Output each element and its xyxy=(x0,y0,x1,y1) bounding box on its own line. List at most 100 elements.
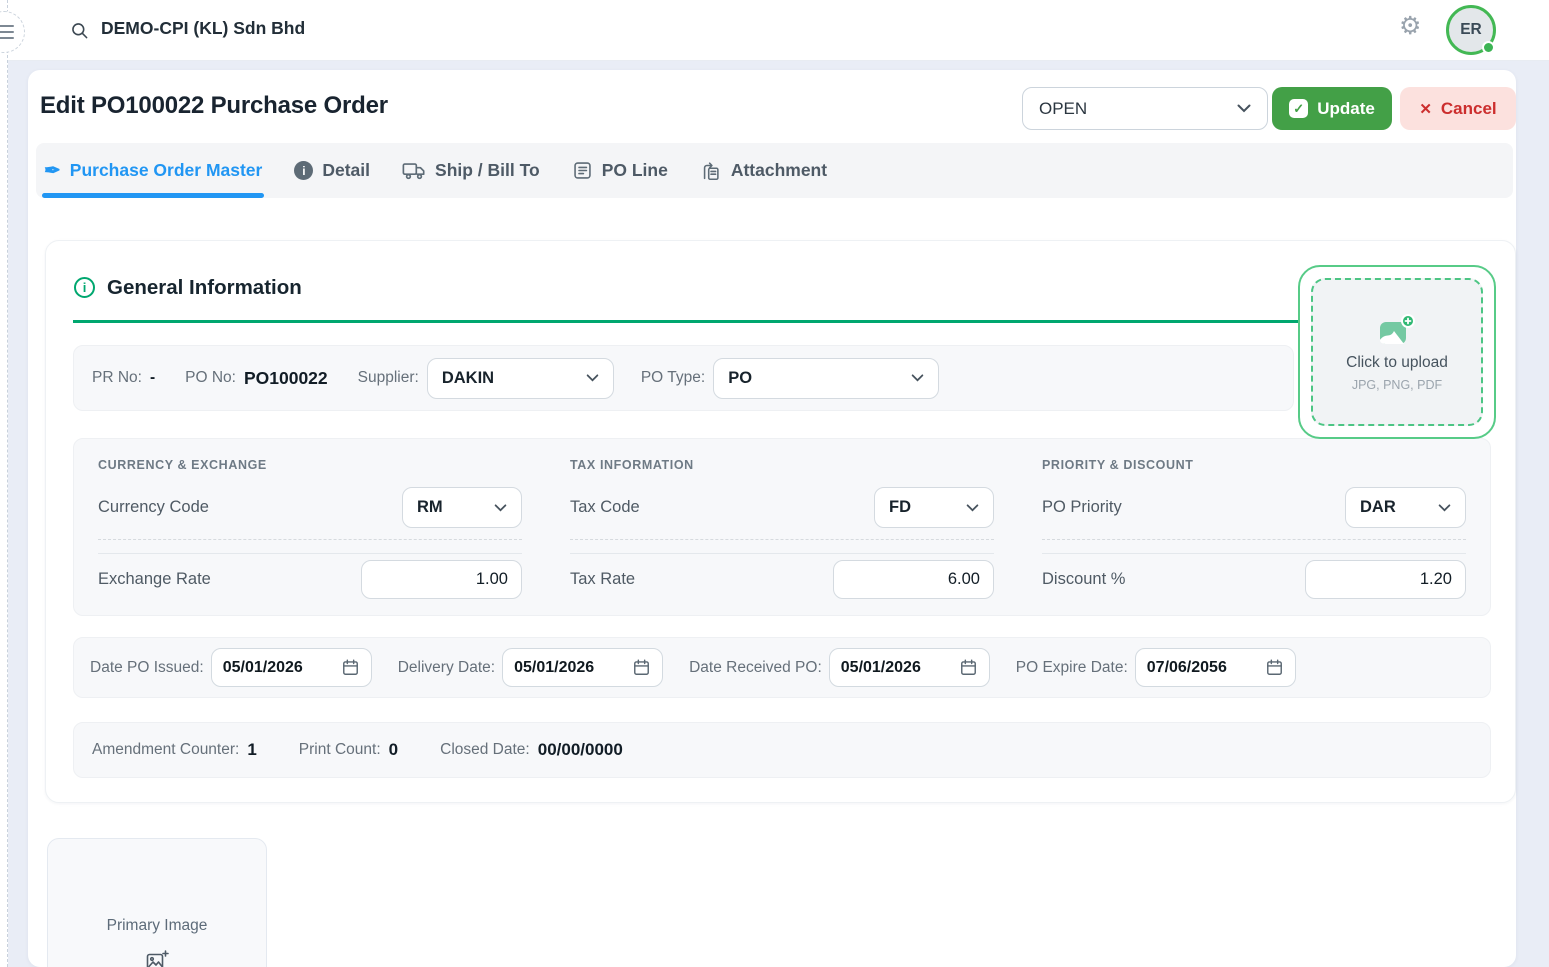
closed-date-label: Closed Date: xyxy=(440,741,530,759)
tax-information-column: TAX INFORMATION Tax Code FD Tax Rate 6. xyxy=(546,439,1018,615)
status-value: OPEN xyxy=(1039,99,1087,119)
date-value: 07/06/2056 xyxy=(1147,659,1227,677)
tab-label: PO Line xyxy=(602,160,668,181)
po-expire-date-input[interactable]: 07/06/2056 xyxy=(1135,648,1296,687)
date-value: 05/01/2026 xyxy=(514,659,594,677)
counters-row: Amendment Counter: 1 Print Count: 0 Clos… xyxy=(73,722,1491,778)
update-button[interactable]: ✓ Update xyxy=(1272,87,1392,130)
divider xyxy=(1042,539,1466,540)
tab-purchase-order-master[interactable]: ✒ Purchase Order Master xyxy=(42,143,264,198)
discount-input[interactable]: 1.20 xyxy=(1305,560,1466,599)
po-type-dropdown[interactable]: PO xyxy=(713,358,939,399)
status-dropdown[interactable]: OPEN xyxy=(1022,87,1268,130)
avatar-initials: ER xyxy=(1460,21,1482,39)
calendar-icon xyxy=(1265,658,1284,677)
tab-label: Purchase Order Master xyxy=(70,160,263,181)
truck-icon xyxy=(402,160,426,181)
tax-rate-label: Tax Rate xyxy=(570,570,635,589)
closed-date-value: 00/00/0000 xyxy=(538,740,623,760)
general-information-card: i General Information Click to upload JP… xyxy=(45,240,1516,803)
upload-dropzone[interactable]: Click to upload JPG, PNG, PDF xyxy=(1298,265,1496,439)
po-priority-dropdown[interactable]: DAR xyxy=(1345,487,1466,528)
amendment-counter-label: Amendment Counter: xyxy=(92,741,239,759)
pr-no-label: PR No: xyxy=(92,369,142,387)
tab-po-line[interactable]: PO Line xyxy=(570,143,670,198)
section-underline xyxy=(73,320,1298,323)
divider xyxy=(570,539,994,540)
delivery-date-input[interactable]: 05/01/2026 xyxy=(502,648,663,687)
hamburger-icon xyxy=(0,25,14,39)
divider xyxy=(98,539,522,540)
po-no-label: PO No: xyxy=(185,369,236,387)
column-header: CURRENCY & EXCHANGE xyxy=(98,458,522,472)
exchange-rate-label: Exchange Rate xyxy=(98,570,211,589)
chevron-down-icon xyxy=(1438,504,1451,512)
print-count-label: Print Count: xyxy=(299,741,381,759)
supplier-dropdown[interactable]: DAKIN xyxy=(427,358,614,399)
tax-code-label: Tax Code xyxy=(570,498,640,517)
po-expire-date-label: PO Expire Date: xyxy=(1016,659,1128,677)
supplier-value: DAKIN xyxy=(442,369,494,388)
exchange-rate-input[interactable]: 1.00 xyxy=(361,560,522,599)
chevron-down-icon xyxy=(966,504,979,512)
primary-image-label: Primary Image xyxy=(48,917,266,935)
gear-icon[interactable]: ⚙ xyxy=(1399,14,1421,39)
update-button-label: Update xyxy=(1317,99,1375,119)
app-window: DEMO-CPI (KL) Sdn Bhd ⚙ ER Edit PO100022… xyxy=(0,0,1549,967)
currency-exchange-column: CURRENCY & EXCHANGE Currency Code RM Exc… xyxy=(74,439,546,615)
tab-detail[interactable]: i Detail xyxy=(292,143,372,198)
upload-dropzone-inner[interactable]: Click to upload JPG, PNG, PDF xyxy=(1311,278,1483,426)
column-header: PRIORITY & DISCOUNT xyxy=(1042,458,1466,472)
column-header: TAX INFORMATION xyxy=(570,458,994,472)
currency-tax-priority-block: CURRENCY & EXCHANGE Currency Code RM Exc… xyxy=(73,438,1491,616)
date-value: 05/01/2026 xyxy=(841,659,921,677)
primary-image-card[interactable]: Primary Image xyxy=(47,838,267,967)
avatar[interactable]: ER xyxy=(1446,5,1496,55)
priority-discount-column: PRIORITY & DISCOUNT PO Priority DAR Disc… xyxy=(1018,439,1490,615)
tab-attachment[interactable]: Attachment xyxy=(698,143,829,198)
exchange-rate-value: 1.00 xyxy=(476,570,508,589)
delivery-date-label: Delivery Date: xyxy=(398,659,495,677)
date-po-issued-input[interactable]: 05/01/2026 xyxy=(211,648,372,687)
left-rail xyxy=(0,0,8,967)
identity-row: PR No: - PO No: PO100022 Supplier: DAKIN… xyxy=(73,345,1294,411)
print-count-value: 0 xyxy=(389,740,398,760)
po-type-label: PO Type: xyxy=(641,369,705,387)
currency-code-dropdown[interactable]: RM xyxy=(402,487,522,528)
chevron-down-icon xyxy=(586,374,599,382)
page-title: Edit PO100022 Purchase Order xyxy=(40,92,388,120)
po-priority-label: PO Priority xyxy=(1042,498,1122,517)
cancel-button[interactable]: ✕ Cancel xyxy=(1400,87,1516,130)
section-info-icon: i xyxy=(74,277,95,298)
calendar-icon xyxy=(632,658,651,677)
list-icon xyxy=(572,160,593,181)
tab-ship-bill-to[interactable]: Ship / Bill To xyxy=(400,143,542,198)
image-upload-icon xyxy=(1379,314,1415,345)
check-icon: ✓ xyxy=(1289,99,1308,118)
tab-label: Detail xyxy=(322,160,370,181)
date-po-issued-label: Date PO Issued: xyxy=(90,659,204,677)
chevron-down-icon xyxy=(494,504,507,512)
amendment-counter-value: 1 xyxy=(247,740,256,760)
date-received-po-input[interactable]: 05/01/2026 xyxy=(829,648,990,687)
currency-code-label: Currency Code xyxy=(98,498,209,517)
company-name: DEMO-CPI (KL) Sdn Bhd xyxy=(101,18,305,39)
content-surface: Edit PO100022 Purchase Order OPEN ✓ Upda… xyxy=(28,70,1516,967)
divider xyxy=(1042,553,1466,554)
search-icon[interactable] xyxy=(70,21,89,40)
tab-label: Attachment xyxy=(731,160,827,181)
topbar: DEMO-CPI (KL) Sdn Bhd ⚙ ER xyxy=(0,0,1549,61)
tax-rate-input[interactable]: 6.00 xyxy=(833,560,994,599)
pen-icon: ✒ xyxy=(44,161,61,181)
date-value: 05/01/2026 xyxy=(223,659,303,677)
online-status-dot xyxy=(1482,41,1495,54)
close-icon: ✕ xyxy=(1419,100,1432,118)
pr-no-value: - xyxy=(150,369,155,387)
tax-code-dropdown[interactable]: FD xyxy=(874,487,994,528)
discount-value: 1.20 xyxy=(1420,570,1452,589)
dates-row: Date PO Issued: 05/01/2026 Delivery Date… xyxy=(73,637,1491,698)
date-received-po-label: Date Received PO: xyxy=(689,659,822,677)
image-add-icon xyxy=(145,949,169,967)
divider xyxy=(98,553,522,554)
po-no-value: PO100022 xyxy=(244,368,328,389)
